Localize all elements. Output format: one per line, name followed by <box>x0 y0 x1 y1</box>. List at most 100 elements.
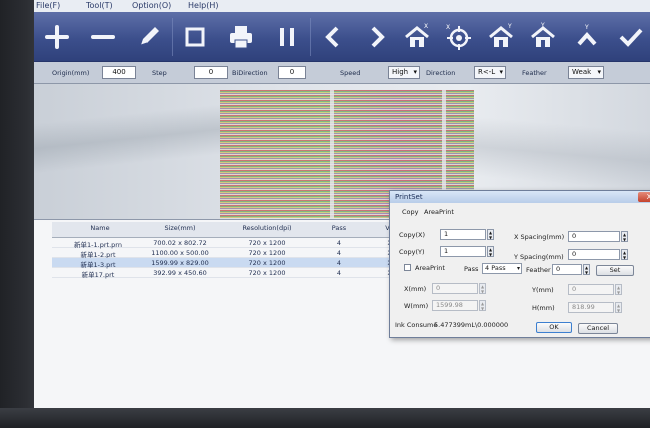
wmm-input[interactable]: 1599.98 <box>432 300 478 311</box>
hmm-label: H(mm) <box>532 304 555 312</box>
set-button[interactable]: Set <box>596 265 634 276</box>
chevron-left-icon <box>325 26 339 48</box>
feather-input[interactable]: 0 <box>552 264 582 275</box>
stop-button[interactable] <box>178 18 212 56</box>
home-x-button[interactable]: X <box>400 18 434 56</box>
pause-button[interactable] <box>270 18 304 56</box>
direction-dropdown[interactable]: R<-L <box>474 66 506 79</box>
copyx-spinner[interactable]: ▲ ▼ <box>487 229 494 240</box>
hmm-spinner[interactable]: ▲ ▼ <box>615 302 622 313</box>
areaprint-checkbox[interactable] <box>404 264 411 271</box>
menu-help[interactable]: Help(H) <box>188 1 219 10</box>
cell-resolution: 720 x 1200 <box>248 269 286 277</box>
speed-dropdown[interactable]: High <box>388 66 420 79</box>
square-icon <box>185 27 205 47</box>
cancel-button[interactable]: Cancel <box>578 323 618 334</box>
minus-icon <box>91 35 115 39</box>
xmm-spinner[interactable]: ▲ ▼ <box>479 283 486 294</box>
col-pass[interactable]: Pass <box>314 224 364 232</box>
xspacing-spinner[interactable]: ▲ ▼ <box>621 231 628 242</box>
menu-option[interactable]: Option(O) <box>132 1 171 10</box>
chevron-right-icon <box>371 26 385 48</box>
ok-button[interactable]: OK <box>536 322 572 333</box>
hmm-input[interactable]: 818.99 <box>568 302 614 313</box>
up-caret-icon: Y <box>577 24 597 46</box>
home-y-label: Y <box>507 23 512 30</box>
origin-x-button[interactable]: X <box>442 18 476 56</box>
feather-dropdown[interactable]: Weak <box>568 66 604 79</box>
bidirection-input[interactable]: 0 <box>278 66 306 79</box>
wmm-spinner[interactable]: ▲ ▼ <box>479 300 486 311</box>
feather-spinner[interactable]: ▲ ▼ <box>583 264 590 275</box>
copyy-spinner[interactable]: ▲ ▼ <box>487 246 494 257</box>
dialog-title[interactable]: PrintSet <box>390 191 650 203</box>
check-icon <box>619 28 643 47</box>
table-row[interactable]: 新单1-2.prt 1100.00 x 500.00 720 x 1200 4 … <box>52 248 412 259</box>
xmm-input[interactable]: 0 <box>432 283 478 294</box>
table-row[interactable]: 新单1-1.prt.prn 700.02 x 802.72 720 x 1200… <box>52 238 412 249</box>
ink-consume-label: Ink Consume <box>395 321 438 329</box>
home-y2-button[interactable]: Y <box>526 18 560 56</box>
move-right-button[interactable] <box>360 18 394 56</box>
cell-pass: 4 <box>336 269 342 277</box>
print-button[interactable] <box>224 18 258 56</box>
pencil-icon <box>140 27 159 46</box>
copyy-input[interactable]: 1 <box>440 246 486 257</box>
copyx-label: Copy(X) <box>399 231 426 239</box>
printer-icon <box>230 26 252 49</box>
move-left-button[interactable] <box>316 18 350 56</box>
ymm-spinner[interactable]: ▲ ▼ <box>615 284 622 295</box>
areaprint-label: AreaPrint <box>415 264 445 272</box>
ymm-input[interactable]: 0 <box>568 284 614 295</box>
home-y-button[interactable]: Y <box>484 18 518 56</box>
yspacing-input[interactable]: 0 <box>568 249 620 260</box>
job-table-header: Name Size(mm) Resolution(dpi) Pass VSD <box>52 222 412 238</box>
remove-button[interactable] <box>86 18 120 56</box>
col-name[interactable]: Name <box>60 224 140 232</box>
feather-label: Feather <box>526 266 551 274</box>
origin-label: Origin(mm) <box>52 69 90 77</box>
photo-of-monitor: File(F) Tool(T) Option(O) Help(H) X X Y … <box>0 0 650 428</box>
yspacing-spinner[interactable]: ▲ ▼ <box>621 249 628 260</box>
direction-label: Direction <box>426 69 456 77</box>
tab-areaprint[interactable]: AreaPrint <box>424 208 454 216</box>
home-icon: X <box>405 23 429 47</box>
cell-size: 1599.99 x 829.00 <box>151 259 209 267</box>
origin-input[interactable]: 400 <box>102 66 136 79</box>
add-button[interactable] <box>40 18 74 56</box>
dialog-close-button[interactable]: X <box>638 192 650 202</box>
speed-label: Speed <box>340 69 361 77</box>
printset-dialog: PrintSet X Copy AreaPrint Copy(X) 1 ▲ ▼ C… <box>389 190 650 338</box>
menu-file[interactable]: File(F) <box>36 1 60 10</box>
tab-copy[interactable]: Copy <box>402 208 419 216</box>
pass-dropdown[interactable]: 4 Pass <box>482 263 522 274</box>
wmm-label: W(mm) <box>404 302 429 310</box>
monitor-bezel-bottom <box>0 408 650 428</box>
pause-icon <box>280 28 294 46</box>
crosshair-x-label: X <box>446 24 450 31</box>
confirm-button[interactable] <box>614 18 648 56</box>
copyx-input[interactable]: 1 <box>440 229 486 240</box>
cell-size: 700.02 x 802.72 <box>153 239 207 247</box>
plus-icon <box>45 25 69 49</box>
move-up-button[interactable]: Y <box>570 18 604 56</box>
col-resolution[interactable]: Resolution(dpi) <box>222 224 312 232</box>
cell-resolution: 720 x 1200 <box>248 239 286 247</box>
step-input[interactable]: 0 <box>194 66 228 79</box>
col-size[interactable]: Size(mm) <box>140 224 220 232</box>
up-caret-label: Y <box>584 24 589 31</box>
table-row[interactable]: 新单17.prt 392.99 x 450.60 720 x 1200 4 XX <box>52 268 412 279</box>
home-icon: Y <box>531 22 555 47</box>
table-row-selected[interactable]: 新单1-3.prt 1599.99 x 829.00 720 x 1200 4 … <box>52 258 412 269</box>
edit-button[interactable] <box>132 18 166 56</box>
menu-tool[interactable]: Tool(T) <box>86 1 113 10</box>
ymm-label: Y(mm) <box>532 286 554 294</box>
menu-bar: File(F) Tool(T) Option(O) Help(H) <box>34 0 650 12</box>
cell-pass: 4 <box>336 239 342 247</box>
home-icon: Y <box>489 23 513 47</box>
xspacing-input[interactable]: 0 <box>568 231 620 242</box>
xspacing-label: X Spacing(mm) <box>514 233 565 241</box>
toolbar-separator <box>172 18 173 56</box>
home-y2-label: Y <box>540 22 545 29</box>
copyy-label: Copy(Y) <box>399 248 425 256</box>
